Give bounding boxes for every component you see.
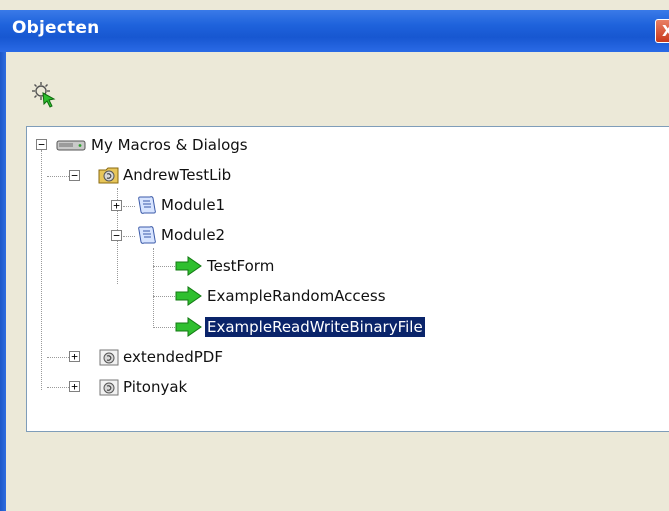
green-arrow-icon: [175, 286, 202, 306]
tree-item-label: Module2: [161, 226, 226, 244]
collapse-toggle-andrewtestlib[interactable]: −: [69, 170, 80, 181]
green-arrow-icon: [175, 317, 202, 337]
tree-item-label: AndrewTestLib: [123, 166, 232, 184]
macro-select-button[interactable]: [30, 80, 58, 108]
tree-item-andrewtestlib[interactable]: AndrewTestLib: [97, 161, 233, 189]
tree-connector: [47, 387, 69, 388]
tree-item-examplereadwritebinaryfile[interactable]: ExampleReadWriteBinaryFile: [173, 313, 425, 341]
objects-dialog: Objecten X − My Macros & Dialogs − Andre…: [0, 0, 669, 511]
tree-item-label: TestForm: [207, 257, 275, 275]
tree-connector: [123, 236, 135, 237]
tree-connector: [153, 327, 175, 328]
tree-item-extendedpdf[interactable]: extendedPDF: [97, 343, 225, 371]
window-title: Objecten: [12, 18, 100, 38]
module-icon: [138, 226, 156, 244]
tree-item-label: extendedPDF: [123, 348, 223, 366]
drive-icon: [56, 140, 86, 151]
tree-item-label: Module1: [161, 196, 226, 214]
tree-connector: [47, 357, 69, 358]
tree-item-pitonyak[interactable]: Pitonyak: [97, 373, 189, 401]
tree-item-examplerandomaccess[interactable]: ExampleRandomAccess: [173, 282, 388, 310]
module-icon: [138, 196, 156, 214]
library-icon: [98, 167, 119, 184]
tree-connector: [153, 296, 175, 297]
tree-connector: [153, 248, 154, 328]
collapse-toggle-module2[interactable]: −: [111, 230, 122, 241]
expand-toggle-extendedpdf[interactable]: +: [69, 351, 80, 362]
tree-item-module1[interactable]: Module1: [135, 191, 227, 219]
macro-select-icon: [32, 82, 56, 108]
tree-connector: [41, 150, 42, 390]
expand-toggle-module1[interactable]: +: [111, 200, 122, 211]
title-bar[interactable]: Objecten X: [0, 10, 669, 52]
expand-toggle-pitonyak[interactable]: +: [69, 381, 80, 392]
tree-item-my-macros[interactable]: My Macros & Dialogs: [53, 131, 250, 159]
tree-connector: [153, 266, 175, 267]
tree-connector: [123, 206, 135, 207]
library-icon: [99, 349, 119, 366]
collapse-toggle-root[interactable]: −: [36, 139, 47, 150]
green-arrow-icon: [175, 256, 202, 276]
tree-item-testform[interactable]: TestForm: [173, 252, 276, 280]
tree-item-label: My Macros & Dialogs: [91, 136, 248, 154]
tree-item-label: Pitonyak: [123, 378, 188, 396]
tree-item-module2[interactable]: Module2: [135, 221, 227, 249]
tree-item-label-selected: ExampleReadWriteBinaryFile: [205, 317, 425, 337]
tree-connector: [47, 176, 69, 177]
close-icon: X: [662, 22, 669, 40]
tree-item-label: ExampleRandomAccess: [207, 287, 386, 305]
tree-bottom-area: [26, 409, 669, 432]
macro-tree[interactable]: − My Macros & Dialogs − AndrewTestLib +: [26, 126, 669, 410]
library-icon: [99, 379, 119, 396]
close-button[interactable]: X: [655, 19, 669, 43]
